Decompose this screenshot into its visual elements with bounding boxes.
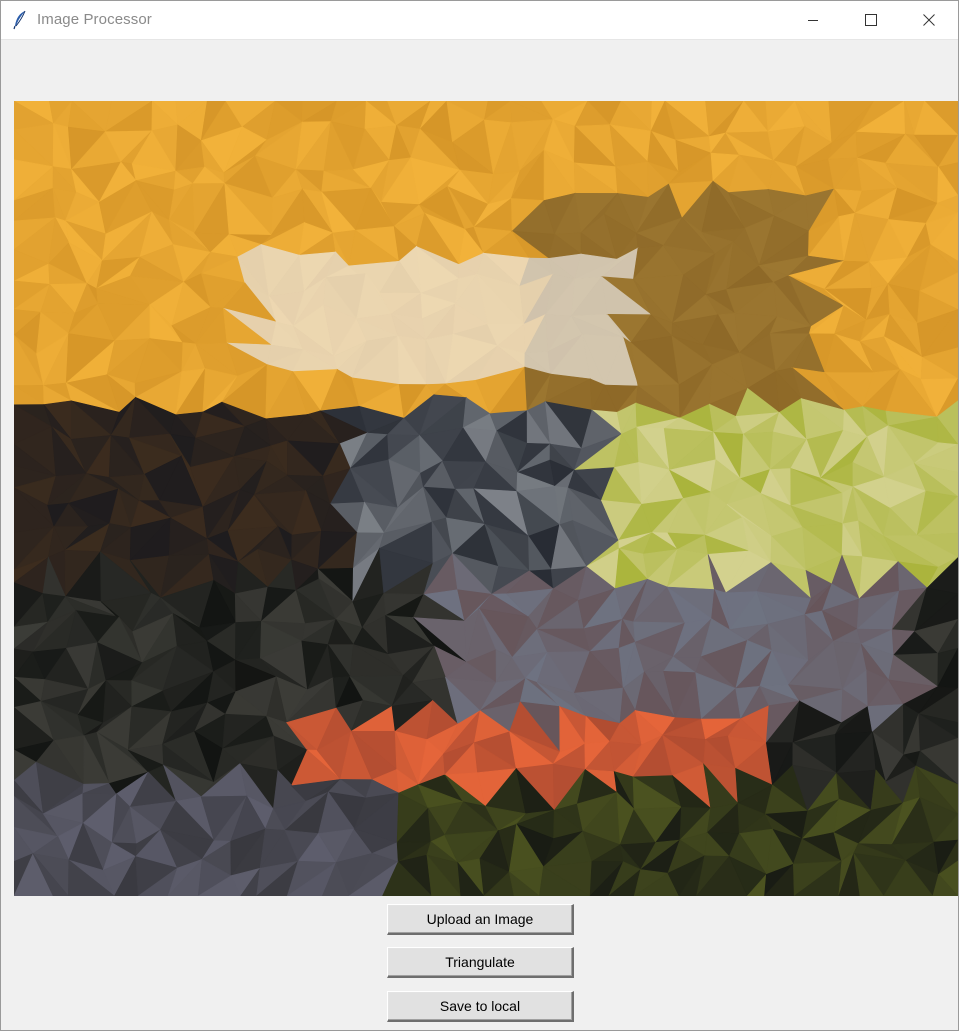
triangulate-button[interactable]: Triangulate <box>387 947 574 978</box>
minimize-icon <box>807 14 819 26</box>
image-preview <box>14 101 958 896</box>
close-icon <box>923 14 935 26</box>
close-button[interactable] <box>906 1 952 39</box>
save-to-local-button[interactable]: Save to local <box>387 991 574 1022</box>
client-area: Upload an Image Triangulate Save to loca… <box>1 40 958 1030</box>
feather-icon <box>12 10 28 30</box>
triangulated-image <box>14 101 958 896</box>
maximize-button[interactable] <box>848 1 894 39</box>
upload-image-button[interactable]: Upload an Image <box>387 904 574 935</box>
minimize-button[interactable] <box>790 1 836 39</box>
maximize-icon <box>865 14 877 26</box>
app-window: Image Processor Upload an Image Triangul… <box>0 0 959 1031</box>
window-title: Image Processor <box>37 11 152 28</box>
title-bar[interactable]: Image Processor <box>1 1 958 40</box>
